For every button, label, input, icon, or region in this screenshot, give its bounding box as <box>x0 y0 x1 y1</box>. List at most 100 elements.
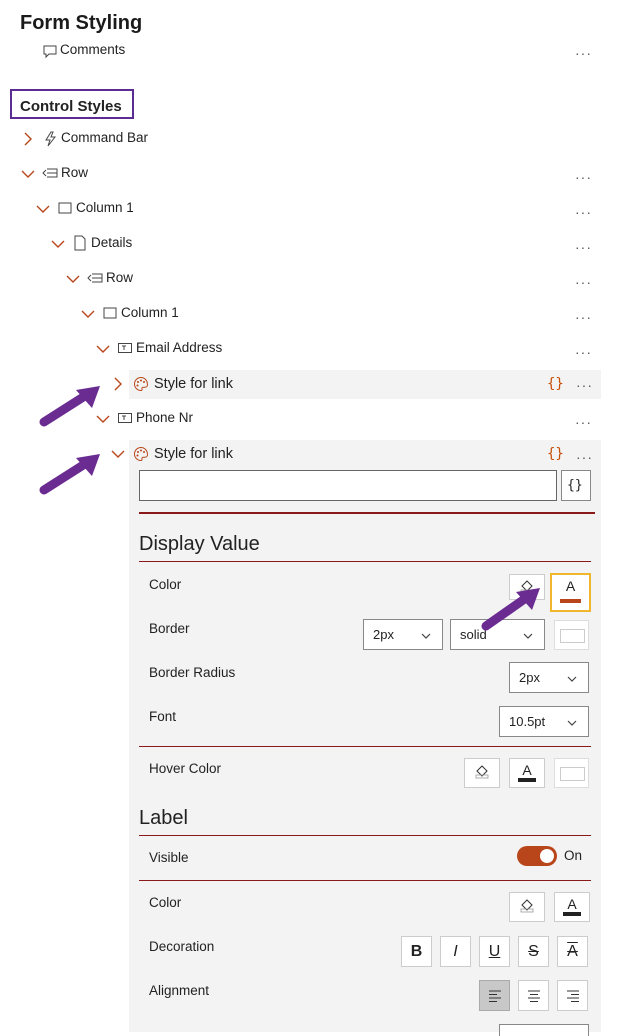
chevron-down-icon[interactable] <box>110 446 126 462</box>
align-center-button[interactable] <box>518 980 549 1011</box>
label-background-color-button[interactable] <box>509 892 545 922</box>
chevron-down-icon[interactable] <box>35 201 51 217</box>
field-label-color: Color <box>149 895 182 910</box>
expression-braces-button[interactable]: {} <box>547 446 564 462</box>
label-text-color-button[interactable]: A <box>554 892 590 922</box>
chevron-down-icon <box>566 717 578 729</box>
border-color-swatch <box>560 629 585 643</box>
partial-select[interactable] <box>499 1024 589 1036</box>
visible-toggle[interactable] <box>517 846 557 866</box>
chevron-down-icon[interactable] <box>65 271 81 287</box>
align-right-button[interactable] <box>557 980 588 1011</box>
border-radius-select[interactable]: 2px <box>509 662 589 693</box>
align-center-icon <box>526 988 542 1004</box>
toggle-state-label: On <box>564 848 583 863</box>
align-right-icon <box>565 988 581 1004</box>
hover-border-color-button[interactable] <box>554 758 589 788</box>
palette-icon <box>133 376 149 392</box>
more-options-button[interactable]: ··· <box>576 378 593 392</box>
more-options-button[interactable]: ··· <box>575 415 592 429</box>
field-label-alignment: Alignment <box>149 983 210 998</box>
chevron-down-icon[interactable] <box>95 341 111 357</box>
divider <box>139 746 591 747</box>
tree-item-details[interactable]: Details ··· <box>0 228 600 258</box>
divider <box>139 561 591 562</box>
more-options-button[interactable]: ··· <box>575 310 592 324</box>
text-color-button[interactable]: A <box>550 573 591 612</box>
field-label-color: Color <box>149 577 182 592</box>
hover-text-color-button[interactable]: A <box>509 758 545 788</box>
border-width-select[interactable]: 2px <box>363 619 443 650</box>
italic-button[interactable]: I <box>440 936 471 967</box>
font-size-select[interactable]: 10.5pt <box>499 706 589 737</box>
tree-item-column[interactable]: Column 1 ··· <box>0 193 600 223</box>
tree-item-email-address[interactable]: Email Address ··· <box>0 333 600 363</box>
tree-item-row[interactable]: Row ··· <box>0 158 600 188</box>
chevron-right-icon[interactable] <box>20 131 36 147</box>
border-color-button[interactable] <box>554 620 589 650</box>
bold-button[interactable]: B <box>401 936 432 967</box>
document-icon <box>72 235 88 251</box>
field-label-hover-color: Hover Color <box>149 761 222 776</box>
chevron-down-icon[interactable] <box>20 166 36 182</box>
section-title-display-value: Display Value <box>139 533 260 555</box>
column-icon <box>102 305 118 321</box>
align-left-button[interactable] <box>479 980 510 1011</box>
hover-background-color-button[interactable] <box>464 758 500 788</box>
chevron-down-icon[interactable] <box>50 236 66 252</box>
annotation-arrow <box>39 454 100 495</box>
more-options-button[interactable]: ··· <box>575 46 592 60</box>
braces-icon: {} <box>567 478 583 493</box>
expression-editor-button[interactable]: {} <box>561 470 591 501</box>
style-editor-panel: Style for link {} ··· {} Display Value C… <box>129 440 601 1036</box>
tree-item-label: Details <box>91 235 133 250</box>
more-options-button[interactable]: ··· <box>575 240 592 254</box>
tree-item-label: Row <box>106 270 134 285</box>
tree-item-comments[interactable]: Comments ··· <box>0 38 600 68</box>
text-color-swatch <box>518 778 536 782</box>
tree-item-row[interactable]: Row ··· <box>0 263 600 293</box>
tree-item-label: Style for link <box>154 446 233 462</box>
field-label-decoration: Decoration <box>149 939 215 954</box>
tree-item-style-for-link[interactable]: Style for link {} ··· <box>129 370 601 399</box>
strikethrough-button[interactable]: S <box>518 936 549 967</box>
tree-item-label: Email Address <box>136 340 223 355</box>
annotation-arrow <box>481 588 540 631</box>
row-icon <box>87 270 103 286</box>
underline-button[interactable]: U <box>479 936 510 967</box>
toggle-knob <box>540 849 554 863</box>
text-color-swatch <box>563 912 581 916</box>
field-label-font: Font <box>149 709 177 724</box>
section-heading-control-styles: Control Styles <box>20 98 122 115</box>
field-label-border-radius: Border Radius <box>149 665 236 680</box>
annotation-arrow <box>39 386 100 427</box>
comment-icon <box>42 43 58 59</box>
overline-button[interactable]: A <box>557 936 588 967</box>
more-options-button[interactable]: ··· <box>575 205 592 219</box>
divider <box>139 835 591 836</box>
textbox-icon <box>117 410 133 426</box>
tree-item-label: Comments <box>60 42 126 57</box>
expression-braces-button[interactable]: {} <box>547 376 564 392</box>
tree-item-command-bar[interactable]: Command Bar <box>0 123 600 153</box>
column-icon <box>57 200 73 216</box>
tree-item-label: Phone Nr <box>136 410 194 425</box>
more-options-button[interactable]: ··· <box>575 345 592 359</box>
expression-input[interactable] <box>139 470 557 501</box>
chevron-right-icon[interactable] <box>110 376 126 392</box>
page-title: Form Styling <box>20 12 143 34</box>
text-color-swatch <box>560 599 581 603</box>
text-color-glyph: A <box>522 762 532 778</box>
chevron-down-icon <box>420 630 432 642</box>
palette-icon <box>133 446 149 462</box>
tree-item-label: Style for link <box>154 376 233 392</box>
tree-item-label: Column 1 <box>76 200 134 215</box>
more-options-button[interactable]: ··· <box>575 275 592 289</box>
tree-item-column[interactable]: Column 1 ··· <box>0 298 600 328</box>
more-options-button[interactable]: ··· <box>575 170 592 184</box>
textbox-icon <box>117 340 133 356</box>
more-options-button[interactable]: ··· <box>576 450 593 464</box>
section-title-label: Label <box>139 807 188 829</box>
chevron-down-icon[interactable] <box>80 306 96 322</box>
fill-bucket-icon <box>519 897 535 913</box>
